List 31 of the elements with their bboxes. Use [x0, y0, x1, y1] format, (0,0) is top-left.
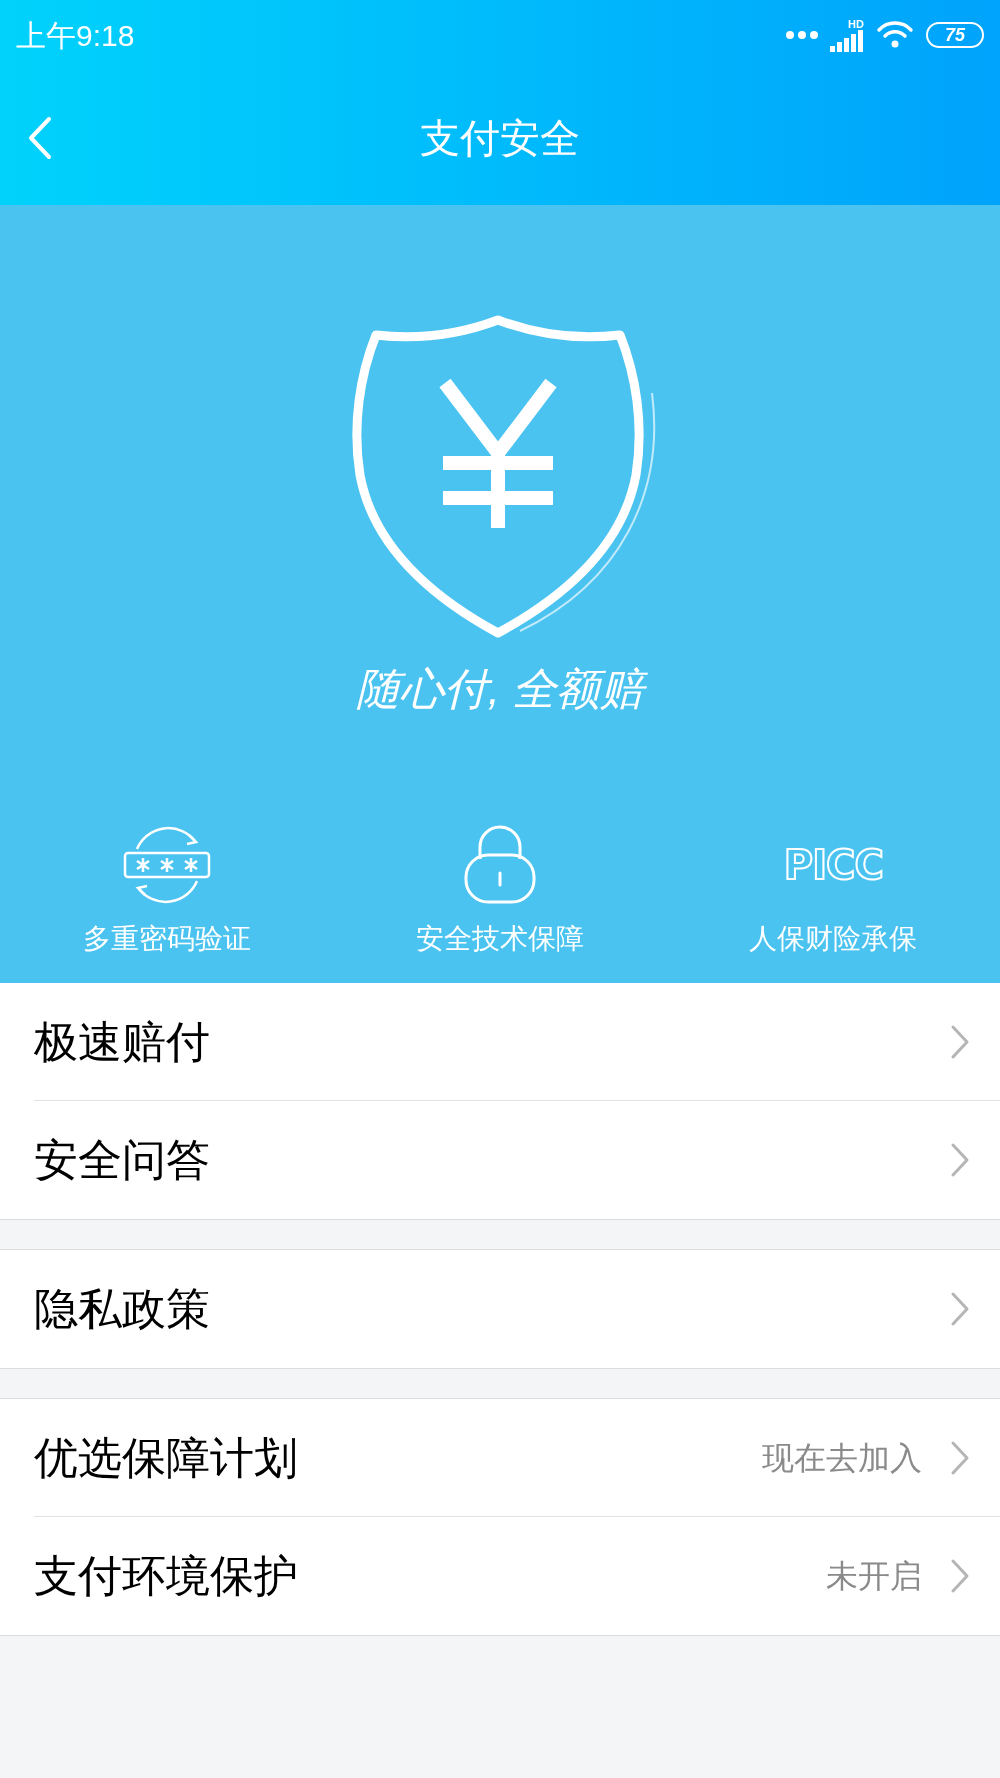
padlock-icon: [463, 825, 537, 905]
password-refresh-icon: [122, 825, 211, 905]
wifi-icon: [876, 20, 914, 50]
status-time: 上午9:18: [16, 17, 135, 54]
settings-row[interactable]: 安全问答: [0, 1101, 1000, 1219]
page-title: 支付安全: [420, 114, 580, 162]
signal-icon: [830, 29, 864, 52]
settings-row[interactable]: 支付环境保护 未开启: [0, 1517, 1000, 1635]
row-value: 未开启: [826, 1557, 922, 1596]
chevron-right-icon: [950, 1439, 970, 1476]
picc-logo: PICC: [783, 845, 883, 885]
more-dots-icon: [786, 31, 818, 39]
back-icon: [28, 115, 52, 160]
network-label: HD: [848, 18, 864, 30]
row-label: 安全问答: [34, 1134, 211, 1186]
settings-row[interactable]: 优选保障计划 现在去加入: [0, 1399, 1000, 1517]
feature-label: 人保财险承保: [749, 925, 918, 953]
settings-row[interactable]: 极速赔付: [0, 983, 1000, 1101]
chevron-right-icon: [950, 1142, 970, 1178]
chevron-right-icon: [950, 1023, 970, 1060]
chevron-right-icon: [950, 1558, 970, 1594]
row-label: 隐私政策: [34, 1283, 211, 1335]
row-value: 现在去加入: [762, 1438, 922, 1478]
row-label: 支付环境保护: [34, 1550, 299, 1602]
row-label: 极速赔付: [34, 1015, 211, 1068]
feature-label: 多重密码验证: [82, 925, 251, 953]
chevron-right-icon: [950, 1291, 970, 1327]
settings-row[interactable]: 隐私政策: [0, 1250, 1000, 1368]
feature-label: 安全技术保障: [416, 925, 584, 953]
row-label: 优选保障计划: [34, 1431, 299, 1484]
battery-indicator: 75: [926, 22, 984, 48]
